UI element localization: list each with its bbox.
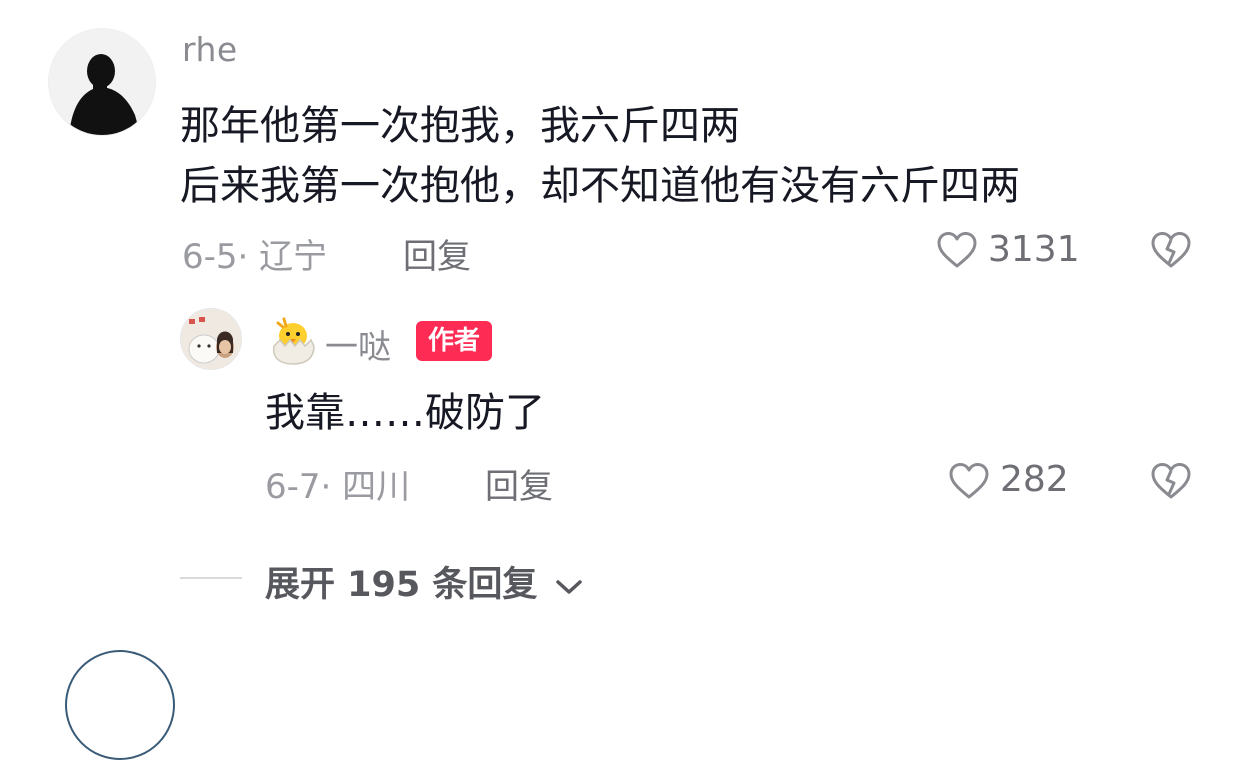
reply-dislike-broken-heart-icon[interactable] [1150,462,1192,500]
reply-reply-button[interactable]: 回复 [485,459,553,508]
reply-like-count: 282 [1000,459,1069,500]
author-badge: 作者 [416,321,493,361]
comment-like-count: 3131 [988,229,1080,270]
expand-replies-label: 展开 195 条回复 [265,565,538,605]
comment-text-line-1: 那年他第一次抱我，我六斤四两 [180,103,740,149]
reply-username[interactable]: 一哒 [325,320,391,368]
reply-text: 我靠……破防了 [265,390,545,436]
cartoon-avatar-image [181,309,241,369]
dislike-broken-heart-icon[interactable] [1150,231,1192,269]
chevron-down-icon [554,566,584,606]
comment-text-line-2: 后来我第一次抱他，却不知道他有没有六斤四两 [180,163,1020,209]
next-commenter-avatar[interactable] [65,650,175,760]
comment-reply-button[interactable]: 回复 [403,229,471,278]
reply-like-heart-icon[interactable] [948,462,990,500]
silhouette-avatar-image [49,29,155,135]
expand-replies-button[interactable]: 展开 195 条回复 [265,556,584,607]
expand-divider [180,577,242,579]
reply-date-location: 6-7· 四川 [265,467,411,507]
commenter-username[interactable]: rhe [182,30,238,69]
reply-avatar[interactable] [180,308,242,370]
comment-date-location: 6-5· 辽宁 [182,237,328,277]
like-heart-icon[interactable] [936,231,978,269]
hatching-chick-emoji-icon [268,314,318,366]
commenter-avatar[interactable] [48,28,156,136]
